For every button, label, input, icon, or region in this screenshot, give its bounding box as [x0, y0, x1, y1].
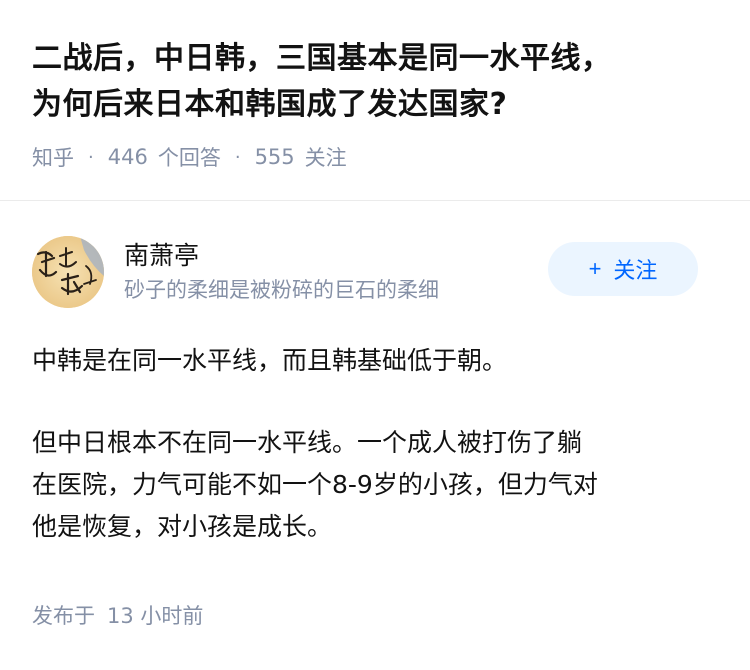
separator-dot: ·	[234, 146, 241, 168]
answer-content: 中韩是在同一水平线，而且韩基础低于朝。 但中日根本不在同一水平线。一个成人被打伤…	[32, 340, 710, 548]
question-header: 二战后，中日韩，三国基本是同一水平线， 为何后来日本和韩国成了发达国家? 知乎 …	[0, 0, 750, 172]
followers-label[interactable]: 关注	[305, 142, 347, 172]
source-label[interactable]: 知乎	[32, 142, 74, 172]
answer-paragraph-1: 中韩是在同一水平线，而且韩基础低于朝。	[32, 346, 508, 375]
question-title-line-2[interactable]: 为何后来日本和韩国成了发达国家?	[32, 87, 507, 122]
avatar-calligraphy-icon	[32, 236, 104, 308]
answer-paragraph-2-line-3: 他是恢复，对小孩是成长。	[32, 512, 333, 541]
follow-button[interactable]: + 关注	[548, 242, 698, 296]
published-time-value: 13 小时前	[107, 604, 204, 628]
section-divider	[0, 200, 750, 201]
avatar[interactable]	[32, 236, 104, 308]
plus-icon: +	[588, 256, 602, 281]
answers-label[interactable]: 个回答	[158, 142, 221, 172]
answer-paragraph-2: 但中日根本不在同一水平线。一个成人被打伤了躺 在医院，力气可能不如一个8-9岁的…	[32, 422, 710, 548]
question-title[interactable]: 二战后，中日韩，三国基本是同一水平线， 为何后来日本和韩国成了发达国家?	[32, 36, 718, 128]
separator-dot: ·	[88, 146, 94, 168]
author-card: 南萧亭 砂子的柔细是被粉碎的巨石的柔细 + 关注	[32, 236, 698, 308]
published-time: 发布于 13 小时前	[32, 600, 203, 630]
answer-paragraph-2-line-2: 在医院，力气可能不如一个8-9岁的小孩，但力气对	[32, 470, 598, 499]
answer-paragraph-2-line-1: 但中日根本不在同一水平线。一个成人被打伤了躺	[32, 428, 583, 457]
author-bio: 砂子的柔细是被粉碎的巨石的柔细	[124, 278, 439, 302]
published-label: 发布于	[32, 604, 95, 628]
question-title-line-1[interactable]: 二战后，中日韩，三国基本是同一水平线，	[32, 41, 612, 76]
follow-button-label: 关注	[613, 258, 658, 283]
question-meta: 知乎 · 446 个回答 · 555 关注	[32, 142, 718, 172]
author-info: 南萧亭 砂子的柔细是被粉碎的巨石的柔细	[124, 239, 548, 305]
followers-count: 555	[254, 145, 295, 169]
answers-count: 446	[107, 145, 148, 169]
author-name[interactable]: 南萧亭	[124, 239, 548, 273]
